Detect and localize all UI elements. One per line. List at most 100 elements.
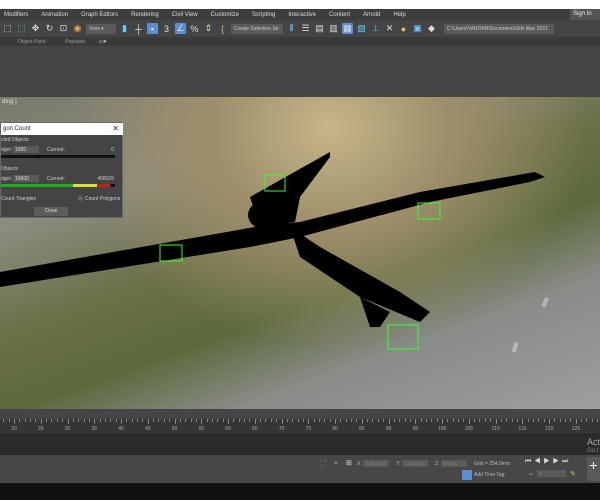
selected-budget-spinner[interactable]: 1000	[13, 146, 39, 153]
menu-content[interactable]: Content	[329, 12, 350, 18]
timeline-tick	[153, 419, 155, 422]
menu-interactive[interactable]: Interactive	[288, 12, 316, 18]
timeline-tick	[35, 419, 37, 422]
time-config-icon[interactable]: ✎	[570, 470, 576, 478]
count-polygons-option[interactable]: Count Polygons	[85, 196, 120, 202]
project-path-dropdown[interactable]: C:\Users\YARDAN\Documents\3ds Max 2021	[444, 23, 554, 34]
time-tag-icon[interactable]	[462, 470, 472, 480]
current-frame-field[interactable]: 0	[537, 470, 566, 477]
spinner-snap-icon[interactable]: ⇕	[203, 23, 214, 34]
layer-explorer-icon[interactable]: ▤	[314, 23, 325, 34]
reference-coordinate-dropdown[interactable]: View ▾	[86, 23, 116, 34]
close-icon[interactable]: ✕	[112, 124, 119, 133]
selected-count-bar	[1, 155, 115, 158]
timeline-tick	[185, 419, 187, 422]
render-setup-icon[interactable]: ✕	[384, 23, 395, 34]
rendered-frame-icon[interactable]: ●	[398, 23, 409, 34]
placement-icon[interactable]: ◉	[72, 23, 83, 34]
timeline-tick-label: 25	[37, 426, 44, 432]
count-polygons-radio[interactable]	[78, 196, 83, 201]
menu-customize[interactable]: Customize	[211, 12, 239, 18]
timeline-tick-label: 60	[225, 426, 231, 432]
timeline-tick-label: 20	[11, 426, 17, 432]
render-icon[interactable]: ▣	[412, 23, 423, 34]
timeline-tick	[244, 419, 246, 422]
timeline-tick-label: 125	[571, 426, 581, 432]
timeline-tick	[24, 419, 26, 422]
timeline-tick	[265, 419, 267, 422]
ribbon-populate[interactable]: Populate	[65, 39, 85, 45]
playback-controls[interactable]: ⏮◀▶▶⏭	[525, 458, 571, 466]
time-slider[interactable]	[0, 409, 600, 419]
timeline-tick	[238, 419, 240, 422]
ribbon-options-icon[interactable]: ▭▾	[99, 39, 106, 45]
count-triangles-option[interactable]: Count Triangles	[1, 196, 36, 202]
x-coordinate-field[interactable]: -107.273m	[363, 460, 389, 467]
menu-scripting[interactable]: Scripting	[252, 12, 275, 18]
select-region-icon[interactable]: ⬚	[2, 23, 13, 34]
move-icon[interactable]: ✥	[30, 23, 41, 34]
selection-set-dropdown[interactable]: Create Selection Se	[231, 23, 283, 34]
sign-in-button[interactable]: Sign In	[570, 9, 600, 20]
material-editor-icon[interactable]: ⊥	[370, 23, 381, 34]
ribbon-toggle-icon[interactable]: ▥	[328, 23, 339, 34]
x-label: X:	[357, 461, 362, 467]
scale-icon[interactable]: ⊡	[58, 23, 69, 34]
pivot-icon[interactable]: ▮	[119, 23, 130, 34]
rotate-icon[interactable]: ↻	[44, 23, 55, 34]
selected-current-label: Current:	[47, 147, 66, 153]
close-button[interactable]: Close	[34, 207, 68, 216]
angle-snap-icon[interactable]: ∠	[175, 23, 186, 34]
z-coordinate-field[interactable]: 0.0mm	[441, 460, 467, 467]
all-budget-spinner[interactable]: 10000	[13, 175, 39, 182]
menu-bar: Modifiers Animation Graph Editors Render…	[0, 9, 600, 20]
menu-graph-editors[interactable]: Graph Editors	[81, 12, 118, 18]
schematic-view-icon[interactable]: ▧	[356, 23, 367, 34]
percent-snap-icon[interactable]: %	[189, 23, 200, 34]
track-bar[interactable]	[0, 435, 600, 455]
render-iterative-icon[interactable]: ◆	[426, 23, 437, 34]
menu-animation[interactable]: Animation	[41, 12, 68, 18]
key-mode-icon[interactable]: ↔	[528, 471, 534, 477]
timeline-ruler[interactable]: 20 25 30 35 40 45 50 55 60 65 70 75 80 85 90 95 100 105 11…	[0, 419, 600, 435]
add-viewport-button[interactable]: +	[587, 457, 600, 481]
keyboard-shortcut-icon[interactable]: ▪	[147, 23, 158, 34]
timeline-tick	[335, 419, 336, 424]
menu-help[interactable]: Help	[393, 12, 405, 18]
mirror-icon[interactable]: ⫴	[286, 23, 297, 34]
perspective-viewport[interactable]: ding ] gon Count ✕ cted Objects dget: 10…	[0, 97, 600, 409]
timeline-tick	[351, 419, 353, 422]
window-crossing-icon[interactable]: ⬚	[16, 23, 27, 34]
absolute-mode-icon[interactable]: ⊞	[346, 459, 352, 467]
align-icon[interactable]: ☰	[300, 23, 311, 34]
menu-rendering[interactable]: Rendering	[131, 12, 159, 18]
timeline-tick	[83, 419, 85, 422]
timeline-tick	[447, 419, 449, 422]
timeline-tick	[436, 419, 438, 422]
lock-icon[interactable]: 🔒︎	[334, 459, 338, 467]
y-coordinate-field[interactable]: -10332.76	[402, 460, 428, 467]
timeline-tick	[99, 419, 101, 422]
timeline-tick-label: 75	[305, 426, 312, 432]
timeline-tick	[51, 419, 53, 422]
timeline-tick-label: 110	[491, 426, 500, 432]
manipulate-icon[interactable]: ┼	[133, 23, 144, 34]
timeline-tick-label: 95	[412, 426, 419, 432]
edit-named-selection-icon[interactable]: {	[217, 23, 228, 34]
sign-in-label: Sign In	[573, 11, 592, 17]
isolate-icon[interactable]: ⛶	[320, 459, 326, 469]
ribbon-object-paint[interactable]: Object Paint	[18, 39, 45, 45]
add-time-tag[interactable]: Add Time Tag	[474, 472, 504, 478]
timeline-tick	[565, 419, 567, 422]
menu-civil-view[interactable]: Civil View	[172, 12, 198, 18]
menu-arnold[interactable]: Arnold	[363, 12, 380, 18]
timeline-tick	[190, 419, 192, 422]
timeline-tick	[174, 419, 176, 424]
taskbar	[0, 483, 600, 500]
curve-editor-icon[interactable]: ▦	[342, 23, 353, 34]
main-toolbar: ⬚ ⬚ ✥ ↻ ⊡ ◉ View ▾ ▮ ┼ ▪ 3 ∠ % ⇕ { Creat…	[0, 20, 600, 37]
timeline-tick	[345, 419, 347, 422]
snap-toggle-icon[interactable]: 3	[161, 23, 172, 34]
menu-modifiers[interactable]: Modifiers	[4, 12, 28, 18]
all-current-label: Current:	[47, 176, 66, 182]
